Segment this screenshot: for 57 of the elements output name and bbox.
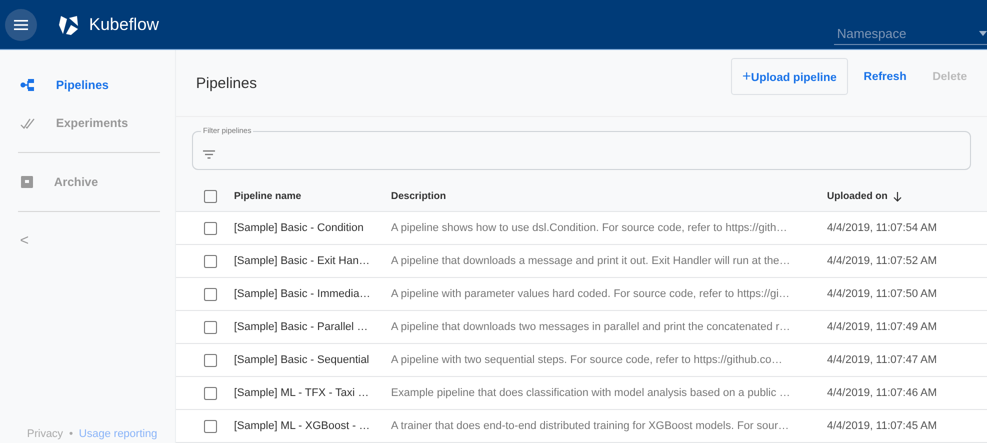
filter-icon <box>203 150 215 159</box>
checkbox[interactable] <box>204 354 217 366</box>
table-cell-text: [Sample] Basic - Parallel … <box>234 321 369 333</box>
table-cell-text: A pipeline with parameter values hard coded. For source code, refer to https://gi… <box>391 288 791 300</box>
action-button[interactable]: Refresh <box>854 62 916 90</box>
table-cell-text: A pipeline that downloads a message and print it out. Exit Handler will run at the… <box>391 255 792 267</box>
sidebar-item[interactable]: Pipelines <box>0 68 175 102</box>
checkbox[interactable] <box>204 222 217 234</box>
table-cell-text: 4/4/2019, 11:07:50 AM <box>827 288 938 300</box>
checkbox[interactable] <box>204 190 217 203</box>
pipeline-icon <box>20 78 36 92</box>
table-row[interactable]: [Sample] Basic - Sequential A pipeline with two sequential steps. For source code, refer to https://github.co… 4/4/2019, 11:07:47 AM <box>176 344 987 377</box>
dropdown-icon <box>979 31 987 36</box>
sidebar-item[interactable]: Archive <box>0 165 175 199</box>
upload-button[interactable]: +Upload pipeline <box>731 58 848 95</box>
table-cell-text: [Sample] ML - TFX - Taxi … <box>234 387 370 399</box>
table-cell-text: 4/4/2019, 11:07:49 AM <box>827 321 938 333</box>
checkbox[interactable] <box>204 320 217 334</box>
table-row[interactable]: [Sample] Basic - Exit Han… A pipeline that downloads a message and print it out. Exit Handler will run at the… 4/4/2019, 11:07:52 AM <box>176 245 987 278</box>
table-row[interactable]: [Sample] Basic - Immedia… A pipeline with parameter values hard coded. For source code, refer to https://gi… 4/4/2019, 11:07:50 AM <box>176 278 987 311</box>
table-cell-text: A trainer that does end-to-end distributed training for XGBoost models. For sour… <box>391 420 790 432</box>
sidebar-item[interactable]: Experiments <box>0 106 175 140</box>
menu-button[interactable] <box>5 8 37 40</box>
checkbox[interactable] <box>204 386 217 400</box>
table-cell-text: [Sample] Basic - Exit Han… <box>234 255 371 267</box>
table-cell-text: [Sample] ML - XGBoost - … <box>234 420 371 432</box>
table-cell-text: 4/4/2019, 11:07:54 AM <box>827 222 938 234</box>
table-cell-text: A pipeline that downloads two messages in parallel and print the concatenated r… <box>391 321 792 333</box>
column-header[interactable]: Pipeline name <box>234 191 391 202</box>
table-row[interactable]: [Sample] ML - XGBoost - … A trainer that does end-to-end distributed training for XGBoost models. For sour… 4/4/2019, 11:07:45 AM <box>176 410 987 443</box>
table-row[interactable]: [Sample] Basic - Parallel … A pipeline that downloads two messages in parallel and print the concatenated r… 4/4/2019, 11:07:49 AM <box>176 311 987 344</box>
column-header[interactable]: Description <box>391 191 827 202</box>
table-cell-text: 4/4/2019, 11:07:52 AM <box>827 255 938 267</box>
table-cell-text: [Sample] Basic - Condition <box>234 222 365 234</box>
table-cell-text: A pipeline with two sequential steps. For source code, refer to https://github.co… <box>391 354 784 366</box>
menu-icon <box>14 18 28 30</box>
table-cell-text: 4/4/2019, 11:07:46 AM <box>827 387 938 399</box>
table-cell-text: [Sample] Basic - Sequential <box>234 354 370 366</box>
checkbox[interactable] <box>204 288 217 300</box>
app-title: Kubeflow <box>89 14 159 34</box>
sort-down-icon <box>892 192 902 202</box>
table-cell-text: Example pipeline that does classification with model analysis based on a public … <box>391 387 792 399</box>
table-cell-text: [Sample] Basic - Immedia… <box>234 288 372 300</box>
collapse-button[interactable]: < <box>0 224 49 257</box>
column-header[interactable]: Uploaded on <box>827 191 987 202</box>
table-cell-text: A pipeline shows how to use dsl.Condition. For source code, refer to https://gith… <box>391 222 788 234</box>
table-cell-text: 4/4/2019, 11:07:45 AM <box>827 420 938 432</box>
checkbox[interactable] <box>204 420 217 432</box>
namespace-select[interactable]: Namespace <box>834 24 987 45</box>
page-title: Pipelines <box>196 74 257 92</box>
archive-icon <box>20 175 34 189</box>
double-check-icon <box>20 116 36 130</box>
table-row[interactable]: [Sample] ML - TFX - Taxi … Example pipeline that does classification with model analysis based on a public … 4/4/2019, 11:07:46 AM <box>176 377 987 410</box>
table-row[interactable]: [Sample] Basic - Condition A pipeline shows how to use dsl.Condition. For source code, refer to https://gith… 4/4/2019, 11:07:54 AM <box>176 212 987 245</box>
table-cell-text: 4/4/2019, 11:07:47 AM <box>827 354 938 366</box>
checkbox[interactable] <box>204 254 217 268</box>
separator-dot: • <box>69 428 73 440</box>
